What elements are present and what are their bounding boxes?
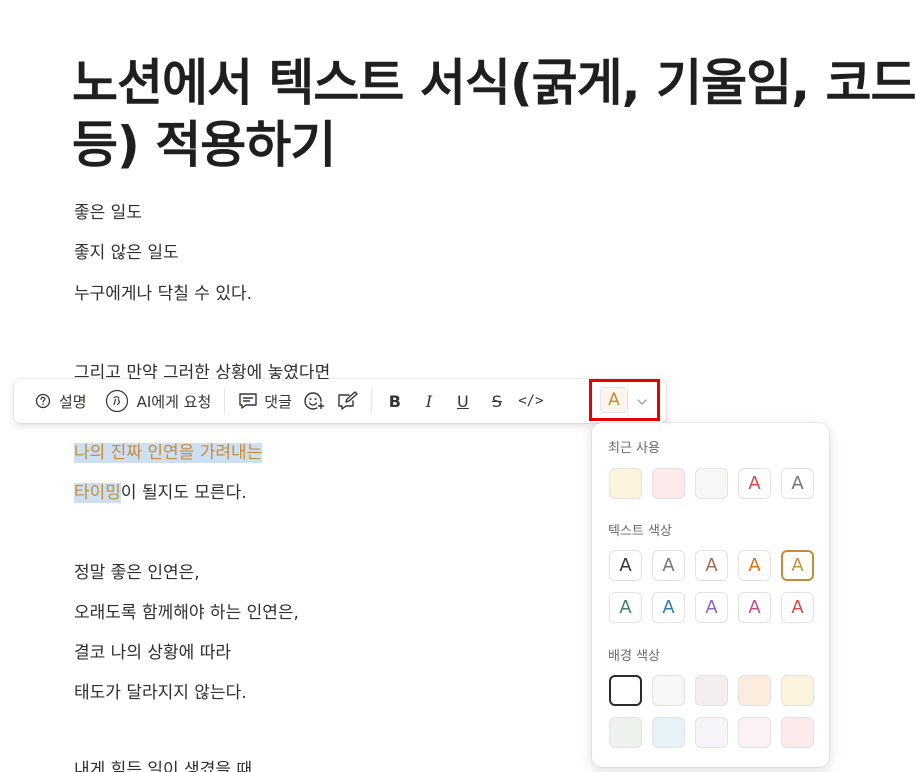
body-line-11[interactable]: 내게 힘든 일이 생겼을 때 bbox=[74, 758, 252, 772]
toolbar-divider bbox=[370, 388, 372, 414]
formatting-toolbar: 설명 AI에게 요청 댓글 B I U S </> bbox=[14, 379, 666, 423]
background-color-swatch[interactable] bbox=[738, 675, 771, 706]
selected-text: 타이밍 bbox=[74, 483, 121, 503]
explain-button[interactable]: 설명 bbox=[28, 385, 94, 417]
body-line-7[interactable]: 정말 좋은 인연은, bbox=[74, 561, 200, 585]
selected-text: 나의 진짜 인연을 가려내는 bbox=[74, 443, 263, 463]
add-reaction-button[interactable] bbox=[299, 385, 331, 417]
body-line-5[interactable]: 나의 진짜 인연을 가려내는 bbox=[74, 441, 263, 465]
page-title[interactable]: 노션에서 텍스트 서식(굵게, 기울임, 코드 등) 적용하기 bbox=[72, 52, 916, 176]
page-title-line-1: 노션에서 텍스트 서식(굵게, 기울임, 코드 bbox=[72, 54, 916, 112]
toolbar-divider bbox=[224, 388, 226, 414]
background-color-section-title: 배경 색상 bbox=[608, 649, 660, 664]
background-color-swatch[interactable] bbox=[738, 717, 771, 748]
ask-ai-button[interactable]: AI에게 요청 bbox=[98, 385, 219, 417]
text-color-swatch[interactable]: A bbox=[652, 550, 685, 581]
underline-button[interactable]: U bbox=[446, 385, 480, 417]
recent-text-color-swatch[interactable]: A bbox=[738, 468, 771, 499]
text-color-swatch[interactable]: A bbox=[781, 550, 814, 581]
body-line-3[interactable]: 누구에게나 닥칠 수 있다. bbox=[74, 282, 252, 306]
background-colors-row-1 bbox=[609, 675, 814, 706]
chevron-down-icon bbox=[636, 391, 648, 410]
text-color-button[interactable]: A bbox=[589, 379, 660, 421]
text-color-swatch[interactable]: A bbox=[695, 550, 728, 581]
text-color-swatch[interactable]: A bbox=[652, 592, 685, 623]
recent-background-color-swatch[interactable] bbox=[695, 468, 728, 499]
body-line-2[interactable]: 좋지 않은 일도 bbox=[74, 241, 179, 265]
text-color-swatch[interactable]: A bbox=[738, 592, 771, 623]
text-color-swatch[interactable]: A bbox=[609, 592, 642, 623]
text-color-swatch[interactable]: A bbox=[738, 550, 771, 581]
text-color-swatch[interactable]: A bbox=[609, 550, 642, 581]
recent-background-color-swatch[interactable] bbox=[609, 468, 642, 499]
background-color-swatch[interactable] bbox=[652, 717, 685, 748]
background-color-swatch[interactable] bbox=[609, 675, 642, 706]
body-text: 이 될지도 모른다. bbox=[120, 483, 247, 503]
text-color-swatch[interactable]: A bbox=[695, 592, 728, 623]
comment-label: 댓글 bbox=[264, 392, 292, 411]
text-colors-row-1: AAAAA bbox=[609, 550, 814, 581]
ask-ai-label: AI에게 요청 bbox=[136, 392, 212, 411]
body-line-8[interactable]: 오래도록 함께해야 하는 인연은, bbox=[74, 601, 299, 625]
body-line-6[interactable]: 타이밍이 될지도 모른다. bbox=[74, 481, 247, 505]
page-title-line-2: 등) 적용하기 bbox=[72, 116, 336, 174]
bold-button[interactable]: B bbox=[378, 385, 412, 417]
recent-text-color-swatch[interactable]: A bbox=[781, 468, 814, 499]
body-line-9[interactable]: 결코 나의 상황에 따라 bbox=[74, 641, 231, 665]
comment-icon bbox=[238, 392, 258, 410]
current-color-swatch: A bbox=[600, 387, 628, 413]
explain-label: 설명 bbox=[59, 392, 87, 411]
question-circle-icon bbox=[35, 393, 51, 409]
text-color-section-title: 텍스트 색상 bbox=[608, 524, 672, 539]
recent-background-color-swatch[interactable] bbox=[652, 468, 685, 499]
italic-button[interactable]: I bbox=[412, 385, 446, 417]
inline-code-button[interactable]: </> bbox=[514, 385, 548, 417]
edit-comment-icon bbox=[337, 391, 359, 411]
ai-face-icon bbox=[105, 389, 129, 413]
background-color-swatch[interactable] bbox=[609, 717, 642, 748]
body-line-10[interactable]: 태도가 달라지지 않는다. bbox=[74, 681, 247, 705]
background-color-swatch[interactable] bbox=[781, 717, 814, 748]
text-colors-row-2: AAAAA bbox=[609, 592, 814, 623]
color-menu: 최근 사용 AA 텍스트 색상 AAAAA AAAAA 배경 색상 bbox=[592, 423, 829, 767]
strikethrough-button[interactable]: S bbox=[480, 385, 514, 417]
background-color-swatch[interactable] bbox=[695, 717, 728, 748]
background-colors-row-2 bbox=[609, 717, 814, 748]
recent-colors-row: AA bbox=[609, 468, 814, 499]
body-line-1[interactable]: 좋은 일도 bbox=[74, 201, 142, 225]
suggest-edit-button[interactable] bbox=[331, 385, 365, 417]
emoji-add-icon bbox=[303, 390, 327, 412]
recent-section-title: 최근 사용 bbox=[608, 441, 660, 456]
comment-button[interactable]: 댓글 bbox=[231, 385, 299, 417]
background-color-swatch[interactable] bbox=[695, 675, 728, 706]
background-color-swatch[interactable] bbox=[781, 675, 814, 706]
text-color-swatch[interactable]: A bbox=[781, 592, 814, 623]
background-color-swatch[interactable] bbox=[652, 675, 685, 706]
